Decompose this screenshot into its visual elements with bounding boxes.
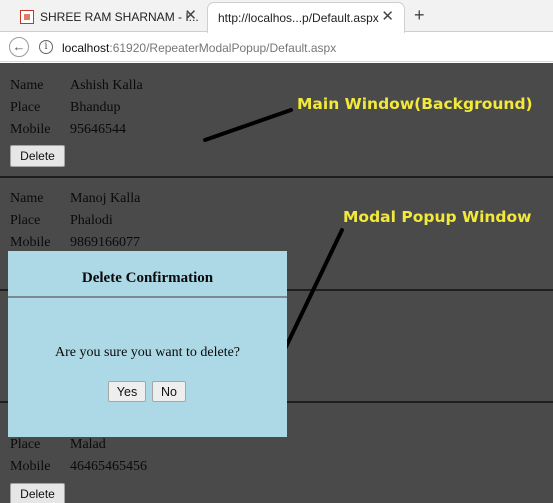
page-favicon-icon (20, 10, 34, 24)
url-host: localhost (62, 41, 110, 55)
tab-title: http://localhos...p/Default.aspx (218, 11, 379, 25)
info-icon[interactable]: i (39, 40, 53, 54)
browser-tab-active[interactable]: http://localhos...p/Default.aspx ✕ (207, 2, 405, 33)
yes-button[interactable]: Yes (108, 381, 146, 402)
tab-title: SHREE RAM SHARNAM - I... (40, 10, 199, 24)
url-path: :61920/RepeaterModalPopup/Default.aspx (109, 41, 337, 55)
delete-confirmation-modal: Delete Confirmation Are you sure you wan… (8, 251, 287, 437)
url-field[interactable]: localhost:61920/RepeaterModalPopup/Defau… (62, 41, 336, 55)
no-button[interactable]: No (152, 381, 186, 402)
page-content: Name Ashish Kalla Place Bhandup Mobile 9564… (0, 63, 553, 503)
address-bar: ← i localhost:61920/RepeaterModalPopup/D… (0, 33, 553, 62)
back-arrow-icon[interactable]: ← (9, 37, 29, 57)
modal-title: Delete Confirmation (81, 270, 214, 286)
close-tab-icon[interactable]: ✕ (184, 8, 197, 23)
browser-tab[interactable]: SHREE RAM SHARNAM - I... ✕ (0, 2, 207, 32)
modal-divider (8, 296, 287, 298)
modal-message: Are you sure you want to delete? (54, 345, 241, 360)
pointer-line-main (203, 108, 293, 142)
close-tab-icon[interactable]: ✕ (381, 9, 394, 24)
new-tab-button[interactable]: + (414, 6, 425, 24)
browser-tab-strip: SHREE RAM SHARNAM - I... ✕ http://localh… (0, 0, 553, 33)
